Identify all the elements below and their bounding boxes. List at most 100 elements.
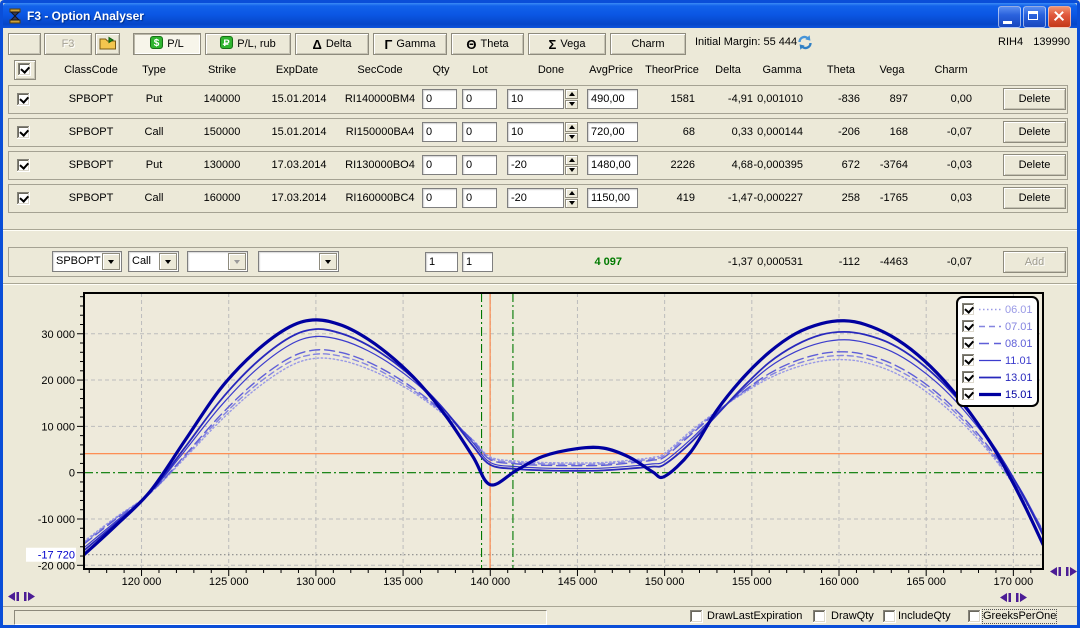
- row-checkbox[interactable]: [17, 93, 30, 106]
- spinner-down-icon[interactable]: [565, 100, 578, 110]
- lot-input[interactable]: [462, 122, 497, 142]
- checkbox-label-greeksperone[interactable]: GreeksPerOne: [983, 610, 1056, 623]
- select-all-checkbox[interactable]: [18, 63, 31, 76]
- lot-input[interactable]: [462, 188, 497, 208]
- spinner-down-icon[interactable]: [565, 166, 578, 176]
- spinner-up-icon[interactable]: [565, 155, 578, 165]
- x-scroll-right-arrows[interactable]: [1000, 593, 1027, 602]
- add-position-row: SPBOPT Call 4 097 -1,37 0,000531 -112 -4…: [8, 247, 1068, 277]
- add-lot-input[interactable]: [462, 252, 493, 272]
- row-checkbox[interactable]: [17, 126, 30, 139]
- done-input[interactable]: [507, 188, 564, 208]
- spinner-up-icon[interactable]: [565, 122, 578, 132]
- legend-label: 13.01: [1005, 372, 1033, 384]
- legend-checkbox[interactable]: [962, 320, 975, 333]
- delete-button[interactable]: Delete: [1003, 121, 1066, 143]
- chevron-down-icon[interactable]: [319, 253, 337, 270]
- app-icon: [7, 8, 23, 24]
- spinner-down-icon[interactable]: [565, 133, 578, 143]
- qty-input[interactable]: [422, 89, 457, 109]
- x-tick-label: 125 000: [209, 576, 249, 588]
- spinner-down-icon[interactable]: [565, 199, 578, 209]
- blank-button[interactable]: [8, 33, 41, 55]
- qty-input[interactable]: [422, 188, 457, 208]
- legend-checkbox[interactable]: [962, 303, 975, 316]
- button-label: Vega: [560, 38, 585, 50]
- add-qty-input[interactable]: [425, 252, 458, 272]
- refresh-icon[interactable]: [796, 34, 814, 54]
- y-tick-label: 10 000: [41, 421, 75, 433]
- x-scroll-far-right-arrows[interactable]: [1050, 567, 1077, 576]
- type-value: Call: [132, 255, 151, 267]
- checkbox-label-drawlastexpiration[interactable]: DrawLastExpiration: [707, 610, 802, 623]
- lot-input[interactable]: [462, 155, 497, 175]
- spinner-up-icon[interactable]: [565, 89, 578, 99]
- add-button[interactable]: Add: [1003, 251, 1066, 273]
- checkbox-drawlastexpiration[interactable]: [690, 610, 703, 623]
- x-scroll-left-arrows[interactable]: [8, 592, 35, 601]
- expdate-select[interactable]: [258, 251, 339, 272]
- y-tick-label: 30 000: [41, 329, 75, 341]
- delta-button[interactable]: ΔDelta: [295, 33, 369, 55]
- charm-button[interactable]: Charm: [610, 33, 686, 55]
- gamma-button[interactable]: ΓGamma: [373, 33, 447, 55]
- chevron-down-icon[interactable]: [159, 253, 177, 270]
- button-label: P/L: [167, 38, 184, 50]
- legend-checkbox[interactable]: [962, 337, 975, 350]
- select-all-button[interactable]: [14, 60, 36, 80]
- done-spinner[interactable]: [565, 89, 578, 109]
- legend-checkbox[interactable]: [962, 371, 975, 384]
- minimize-button[interactable]: [998, 6, 1021, 28]
- done-spinner[interactable]: [565, 188, 578, 208]
- checkbox-includeqty[interactable]: [883, 610, 896, 623]
- portfolio-gamma: 0,000531: [733, 248, 803, 276]
- close-button[interactable]: [1048, 6, 1071, 28]
- qty-input[interactable]: [422, 122, 457, 142]
- lot-input[interactable]: [462, 89, 497, 109]
- qty-input[interactable]: [422, 155, 457, 175]
- checkbox-greeksperone[interactable]: [968, 610, 981, 623]
- spinner-up-icon[interactable]: [565, 188, 578, 198]
- delete-button[interactable]: Delete: [1003, 154, 1066, 176]
- classcode-select[interactable]: SPBOPT: [52, 251, 122, 272]
- y-tick-label: 0: [69, 468, 75, 480]
- legend-label: 06.01: [1005, 304, 1033, 316]
- done-spinner[interactable]: [565, 155, 578, 175]
- avgprice-input[interactable]: [587, 155, 638, 175]
- legend-item-11.01: 11.01: [962, 352, 1033, 369]
- done-input[interactable]: [507, 155, 564, 175]
- legend-checkbox[interactable]: [962, 388, 975, 401]
- legend-line-sample: [978, 389, 1002, 400]
- pl-rub-button[interactable]: PP/L, rub: [205, 33, 291, 55]
- pl-button[interactable]: $P/L: [133, 33, 201, 55]
- row-checkbox[interactable]: [17, 192, 30, 205]
- cell-theorprice: 419: [635, 185, 695, 212]
- row-checkbox[interactable]: [17, 159, 30, 172]
- avgprice-input[interactable]: [587, 89, 638, 109]
- theta-button[interactable]: ΘTheta: [451, 33, 524, 55]
- checkbox-label-includeqty[interactable]: IncludeQty: [898, 610, 951, 623]
- open-button[interactable]: [95, 33, 120, 55]
- avgprice-input[interactable]: [587, 122, 638, 142]
- cell-gamma: 0,000144: [733, 119, 803, 146]
- legend-checkbox[interactable]: [962, 354, 975, 367]
- type-select[interactable]: Call: [128, 251, 179, 272]
- done-spinner[interactable]: [565, 122, 578, 142]
- legend-label: 07.01: [1005, 321, 1033, 333]
- cell-charm: -0,03: [912, 152, 972, 179]
- delete-button[interactable]: Delete: [1003, 88, 1066, 110]
- checkbox-label-drawqty[interactable]: DrawQty: [831, 610, 874, 623]
- checkbox-drawqty[interactable]: [813, 610, 826, 623]
- window-title: F3 - Option Analyser: [27, 9, 144, 23]
- chevron-down-icon: [228, 253, 246, 270]
- legend-line-sample: [978, 321, 1002, 332]
- avgprice-input[interactable]: [587, 188, 638, 208]
- chevron-down-icon[interactable]: [102, 253, 120, 270]
- cell-vega: 897: [848, 86, 908, 113]
- done-input[interactable]: [507, 122, 564, 142]
- done-input[interactable]: [507, 89, 564, 109]
- maximize-button[interactable]: [1023, 6, 1046, 28]
- delete-button[interactable]: Delete: [1003, 187, 1066, 209]
- portfolio-charm: -0,07: [912, 248, 972, 276]
- vega-button[interactable]: ΣVega: [528, 33, 606, 55]
